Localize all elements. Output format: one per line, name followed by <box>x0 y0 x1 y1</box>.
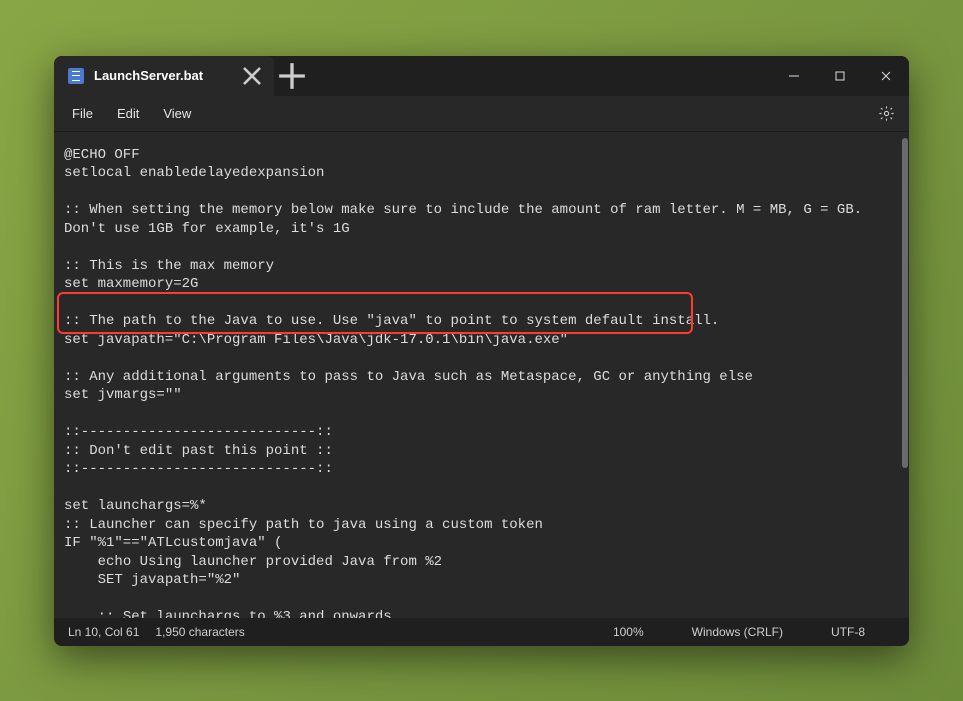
text-editor[interactable]: @ECHO OFF setlocal enabledelayedexpansio… <box>54 132 903 618</box>
line-ending[interactable]: Windows (CRLF) <box>692 625 783 639</box>
settings-button[interactable] <box>869 98 903 128</box>
close-tab-button[interactable] <box>240 64 264 88</box>
window-controls <box>771 56 909 96</box>
titlebar: LaunchServer.bat <box>54 56 909 96</box>
statusbar: Ln 10, Col 61 1,950 characters 100% Wind… <box>54 618 909 646</box>
editor-area: @ECHO OFF setlocal enabledelayedexpansio… <box>54 132 909 618</box>
active-tab[interactable]: LaunchServer.bat <box>54 56 274 96</box>
tab-strip: LaunchServer.bat <box>54 56 310 96</box>
menu-file[interactable]: File <box>60 100 105 127</box>
tab-title: LaunchServer.bat <box>94 68 230 83</box>
new-tab-button[interactable] <box>274 56 310 96</box>
file-icon <box>68 68 84 84</box>
menu-edit[interactable]: Edit <box>105 100 151 127</box>
minimize-button[interactable] <box>771 56 817 96</box>
maximize-button[interactable] <box>817 56 863 96</box>
zoom-level[interactable]: 100% <box>613 625 644 639</box>
char-count: 1,950 characters <box>155 625 244 639</box>
titlebar-drag-region[interactable] <box>310 56 771 96</box>
menubar: File Edit View <box>54 96 909 132</box>
close-window-button[interactable] <box>863 56 909 96</box>
cursor-position[interactable]: Ln 10, Col 61 <box>68 625 139 639</box>
menu-view[interactable]: View <box>151 100 203 127</box>
vertical-scrollbar[interactable] <box>902 138 908 468</box>
encoding[interactable]: UTF-8 <box>831 625 865 639</box>
notepad-window: LaunchServer.bat File Edit Vie <box>54 56 909 646</box>
